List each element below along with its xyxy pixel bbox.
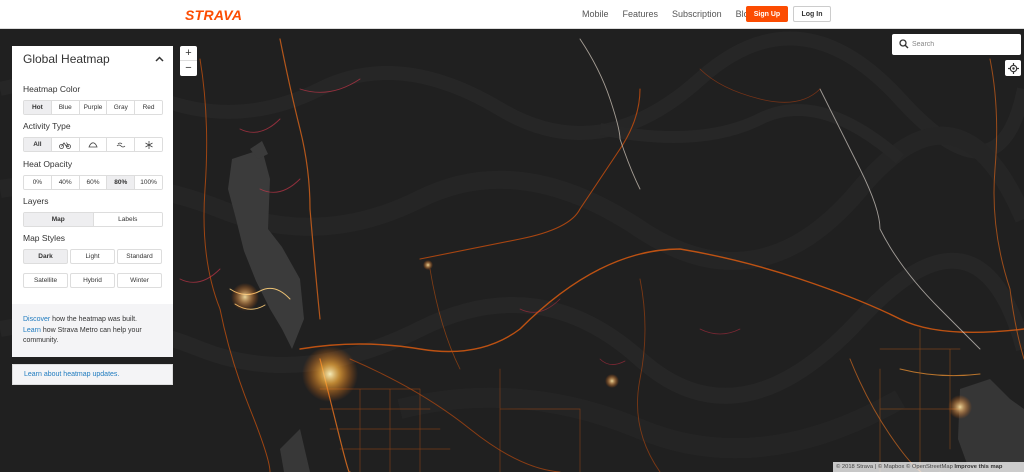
- color-option-hot[interactable]: Hot: [24, 101, 52, 114]
- panel-footer: Discover how the heatmap was built. Learn…: [12, 304, 173, 357]
- heat-opacity-selector: 0% 40% 60% 80% 100%: [23, 175, 163, 190]
- nav-links: Mobile Features Subscription Blog: [582, 9, 768, 19]
- water-icon: [116, 142, 126, 147]
- improve-map-link[interactable]: Improve this map: [954, 464, 1002, 470]
- layer-option-labels[interactable]: Labels: [93, 213, 162, 226]
- color-option-blue[interactable]: Blue: [51, 101, 80, 114]
- layers-label: Layers: [23, 196, 49, 206]
- activity-option-winter[interactable]: [135, 138, 162, 151]
- map-styles-label: Map Styles: [23, 233, 66, 243]
- discover-link[interactable]: Discover: [23, 316, 50, 323]
- activity-type-selector: All: [23, 137, 163, 152]
- panel-footer-text: Discover how the heatmap was built. Learn…: [23, 316, 142, 344]
- style-option-dark[interactable]: Dark: [23, 249, 68, 264]
- opacity-option-100[interactable]: 100%: [135, 176, 162, 189]
- style-option-standard[interactable]: Standard: [117, 249, 162, 264]
- chevron-up-icon[interactable]: [155, 56, 164, 62]
- search-box: [892, 34, 1021, 55]
- run-icon: [88, 141, 98, 147]
- opacity-option-80[interactable]: 80%: [107, 176, 136, 189]
- heatmap-panel: Global Heatmap Heatmap Color Hot Blue Pu…: [12, 46, 173, 357]
- search-icon: [899, 39, 909, 49]
- layer-option-map[interactable]: Map: [24, 213, 94, 226]
- crosshair-icon: [1007, 62, 1019, 74]
- winter-icon: [144, 140, 153, 149]
- bike-icon: [59, 141, 72, 149]
- activity-type-label: Activity Type: [23, 121, 71, 131]
- color-option-purple[interactable]: Purple: [79, 101, 108, 114]
- nav-link-subscription[interactable]: Subscription: [672, 9, 722, 19]
- map-attribution: © 2018 Strava | © Mapbox © OpenStreetMap…: [833, 462, 1024, 472]
- color-option-gray[interactable]: Gray: [107, 101, 136, 114]
- activity-option-all[interactable]: All: [24, 138, 52, 151]
- top-nav: STRAVA Mobile Features Subscription Blog…: [0, 0, 1024, 29]
- heatmap-color-label: Heatmap Color: [23, 84, 81, 94]
- heatmap-updates-link[interactable]: Learn about heatmap updates.: [24, 371, 119, 378]
- sign-up-button[interactable]: Sign Up: [746, 6, 788, 22]
- heatmap-color-selector: Hot Blue Purple Gray Red: [23, 100, 163, 115]
- strava-logo[interactable]: STRAVA: [185, 7, 242, 23]
- heatmap-updates-box: Learn about heatmap updates.: [12, 364, 173, 385]
- style-option-light[interactable]: Light: [70, 249, 115, 264]
- opacity-option-60[interactable]: 60%: [79, 176, 108, 189]
- opacity-option-0[interactable]: 0%: [24, 176, 52, 189]
- style-option-hybrid[interactable]: Hybrid: [70, 273, 115, 288]
- opacity-option-40[interactable]: 40%: [51, 176, 80, 189]
- nav-link-mobile[interactable]: Mobile: [582, 9, 609, 19]
- style-option-satellite[interactable]: Satellite: [23, 273, 68, 288]
- city-glow: [302, 346, 358, 402]
- nav-link-features[interactable]: Features: [623, 9, 659, 19]
- color-option-red[interactable]: Red: [135, 101, 162, 114]
- zoom-out-button[interactable]: −: [180, 61, 197, 76]
- activity-option-water[interactable]: [107, 138, 136, 151]
- activity-option-bike[interactable]: [51, 138, 80, 151]
- layers-selector: Map Labels: [23, 212, 163, 227]
- locate-button[interactable]: [1005, 60, 1021, 76]
- log-in-button[interactable]: Log In: [793, 6, 831, 22]
- search-input[interactable]: [912, 37, 1012, 52]
- zoom-controls: + −: [180, 46, 197, 76]
- panel-title: Global Heatmap: [23, 52, 110, 66]
- learn-metro-link[interactable]: Learn: [23, 327, 41, 334]
- style-option-winter[interactable]: Winter: [117, 273, 162, 288]
- zoom-in-button[interactable]: +: [180, 46, 197, 61]
- activity-option-run[interactable]: [79, 138, 108, 151]
- heat-opacity-label: Heat Opacity: [23, 159, 73, 169]
